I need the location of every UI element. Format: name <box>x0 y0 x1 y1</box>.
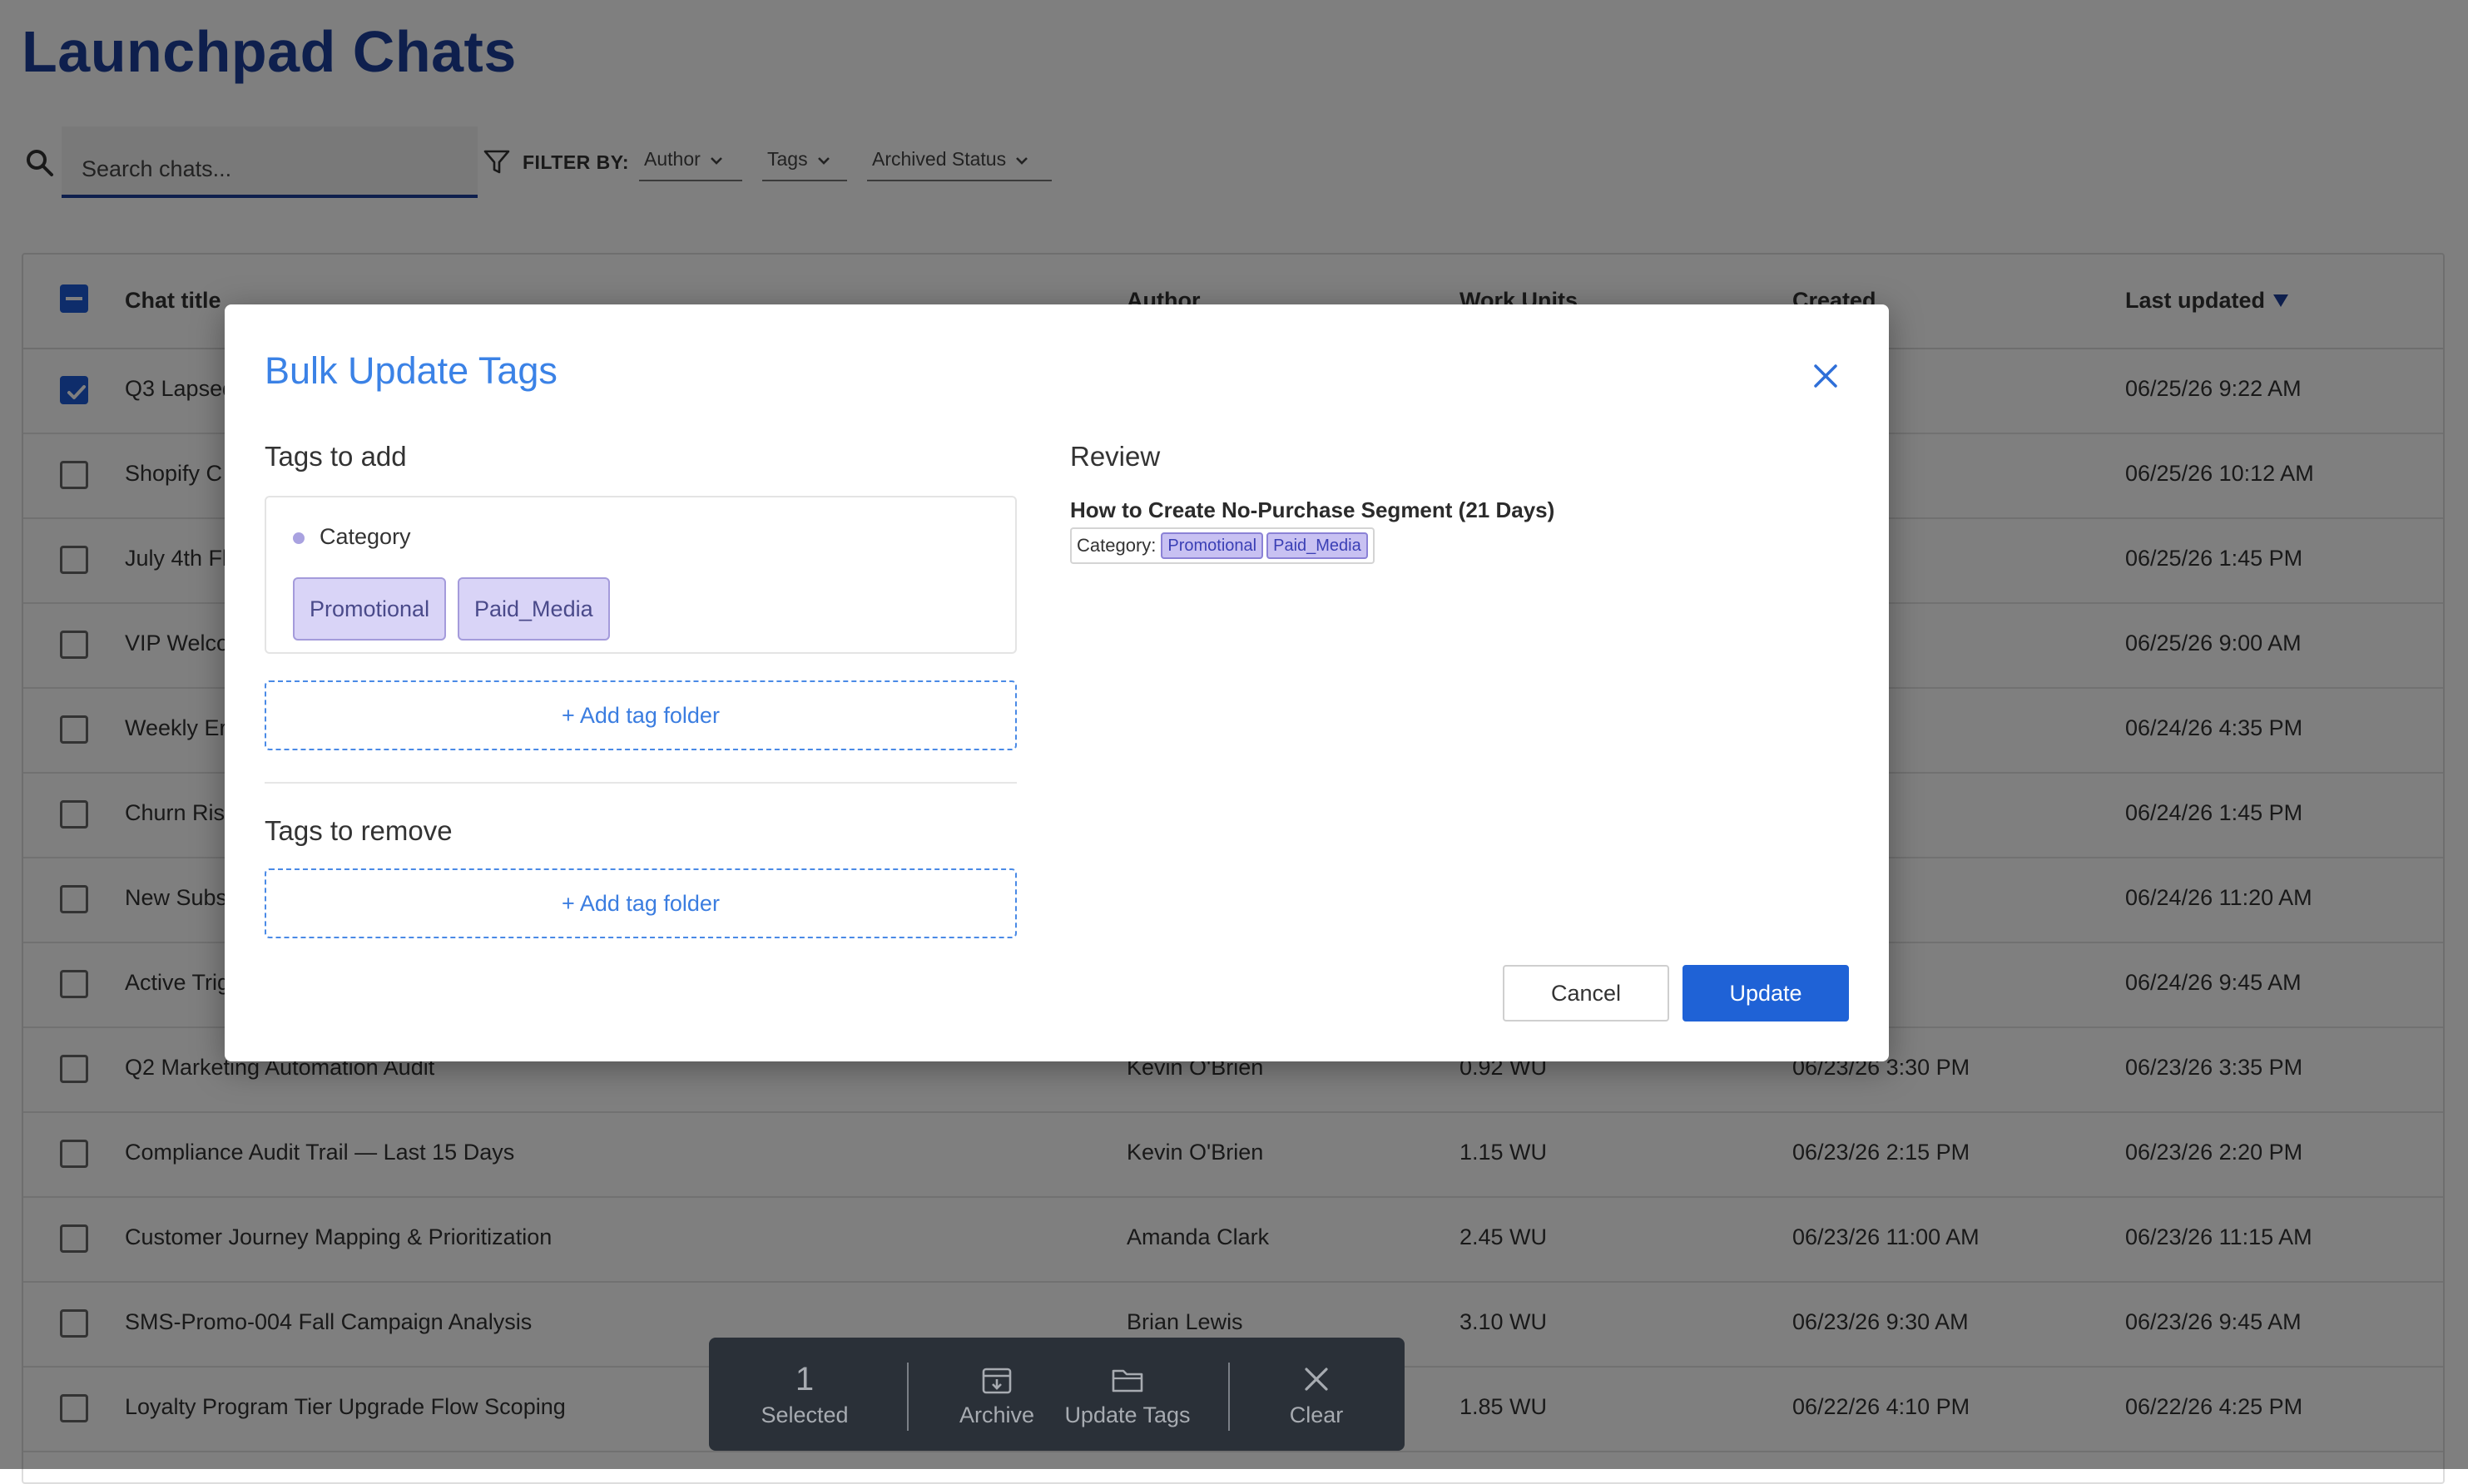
tag-chip-promotional[interactable]: Promotional <box>293 577 447 641</box>
selected-count-number: 1 <box>795 1360 815 1397</box>
tags-to-remove-title: Tags to remove <box>265 815 453 846</box>
selected-label: Selected <box>761 1402 849 1427</box>
update-tags-button[interactable]: Update Tags <box>1057 1338 1198 1451</box>
bulk-action-bar: 1 Selected Archive Update Tags Clear <box>709 1338 1405 1451</box>
archive-button[interactable]: Archive <box>950 1338 1043 1451</box>
review-chat-title: How to Create No-Purchase Segment (21 Da… <box>1070 497 1555 522</box>
tag-folder-category: Category Promotional Paid_Media <box>265 496 1017 654</box>
archive-icon <box>982 1368 1012 1393</box>
bulk-bar-separator <box>1228 1363 1230 1431</box>
folder-color-dot <box>293 532 305 544</box>
selected-count: 1 Selected <box>742 1338 867 1451</box>
bulk-bar-separator <box>907 1363 909 1431</box>
review-tag-promotional: Promotional <box>1161 532 1264 559</box>
bulk-update-tags-modal: Bulk Update Tags Tags to add Category Pr… <box>225 304 1889 1061</box>
tag-folder-name: Category <box>320 524 411 549</box>
clear-label: Clear <box>1289 1402 1344 1427</box>
review-tag-summary: Category: Promotional Paid_Media <box>1070 527 1375 564</box>
modal-title: Bulk Update Tags <box>265 349 558 392</box>
archive-label: Archive <box>959 1402 1035 1427</box>
tags-to-add-title: Tags to add <box>265 441 407 472</box>
review-title: Review <box>1070 441 1161 472</box>
clear-button[interactable]: Clear <box>1275 1338 1358 1451</box>
section-divider <box>265 782 1017 784</box>
folder-icon <box>1112 1369 1143 1392</box>
x-icon <box>1305 1367 1328 1391</box>
close-icon[interactable] <box>1806 356 1846 396</box>
page-root: Launchpad Chats FILTER BY: Author Tags A… <box>0 0 2468 1484</box>
review-tag-paid-media: Paid_Media <box>1266 532 1368 559</box>
add-tag-folder-button-add[interactable]: + Add tag folder <box>265 680 1017 750</box>
add-tag-folder-button-remove[interactable]: + Add tag folder <box>265 868 1017 938</box>
review-category-label: Category: <box>1077 535 1157 556</box>
cancel-button[interactable]: Cancel <box>1503 965 1669 1021</box>
update-tags-label: Update Tags <box>1064 1402 1191 1427</box>
tag-chip-paid-media[interactable]: Paid_Media <box>458 577 610 641</box>
update-button[interactable]: Update <box>1683 965 1849 1021</box>
